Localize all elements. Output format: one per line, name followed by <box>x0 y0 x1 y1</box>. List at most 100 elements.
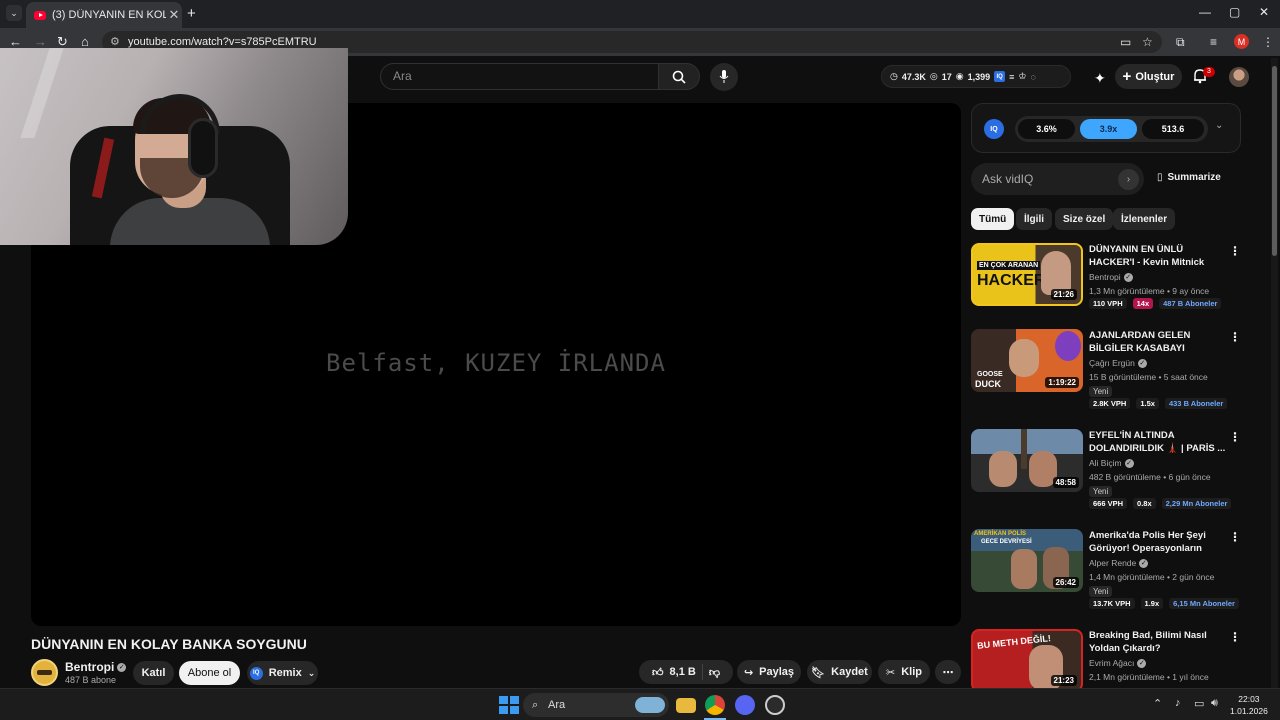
video-thumbnail[interactable]: EN ÇOK ARANAN HACKER 21:26 <box>971 243 1083 306</box>
rec-title[interactable]: AJANLARDAN GELEN BİLGİLER KASABAYI TEHLİ… <box>1089 329 1227 355</box>
system-clock[interactable]: 22:03 1.01.2026 <box>1230 693 1268 717</box>
tab-search-button[interactable]: ⌄ <box>6 5 22 21</box>
search-input[interactable]: Ara <box>380 63 659 90</box>
join-button[interactable]: Katıl <box>133 661 174 685</box>
minimize-icon[interactable]: — <box>1199 5 1211 19</box>
rec-channel-name[interactable]: Bentropi <box>1089 272 1121 282</box>
recommendation-item[interactable]: GOOSE DUCK 1:19:22 AJANLARDAN GELEN BİLG… <box>971 329 1241 419</box>
more-options-icon[interactable]: ⋮ <box>1229 330 1241 344</box>
scrollbar-thumb[interactable] <box>1272 66 1277 256</box>
recommendation-item[interactable]: AMERİKAN POLİS GECE DEVRİYESİ 26:42 Amer… <box>971 529 1241 619</box>
reading-list-icon[interactable]: ≡ <box>1210 35 1217 49</box>
rec-title[interactable]: EYFEL'İN ALTINDA DOLANDIRILDIK 🗼 | PARİS… <box>1089 429 1227 455</box>
page-scrollbar[interactable] <box>1271 58 1278 688</box>
eye-icon: ◎ <box>929 71 938 81</box>
rec-channel-name[interactable]: Ali Biçim <box>1089 458 1122 468</box>
vidiq-logo-icon[interactable]: IQ <box>984 119 1004 139</box>
rec-channel[interactable]: Ali Biçim ✓ <box>1089 458 1134 469</box>
channel-name[interactable]: Bentropi ✓ <box>65 660 127 674</box>
file-explorer-icon[interactable] <box>676 698 696 713</box>
new-tab-button[interactable]: + <box>187 5 196 22</box>
volume-icon[interactable]: 🔊︎ <box>1211 697 1218 710</box>
chip-for-you[interactable]: Size özel <box>1055 208 1114 230</box>
video-thumbnail[interactable]: BU METH DEĞİL! 21:23 <box>971 629 1083 688</box>
network-icon[interactable]: ▭ <box>1194 697 1204 710</box>
vidiq-icon[interactable]: IQ <box>994 71 1006 82</box>
more-options-icon[interactable]: ⋮ <box>1229 430 1241 444</box>
video-thumbnail[interactable]: 48:58 <box>971 429 1083 492</box>
rec-channel[interactable]: Evrim Ağacı ✓ <box>1089 658 1147 669</box>
trophy-icon[interactable]: ♔ <box>1018 71 1026 82</box>
scissors-icon: ✂ <box>886 666 896 679</box>
rec-channel[interactable]: Bentropi ✓ <box>1089 272 1133 283</box>
video-thumbnail[interactable]: AMERİKAN POLİS GECE DEVRİYESİ 26:42 <box>971 529 1083 592</box>
more-options-icon[interactable]: ⋮ <box>1229 530 1241 544</box>
recommendation-item[interactable]: BU METH DEĞİL! 21:23 Breaking Bad, Bilim… <box>971 629 1241 688</box>
recommendation-item[interactable]: EN ÇOK ARANAN HACKER 21:26 DÜNYANIN EN Ü… <box>971 243 1241 333</box>
close-window-icon[interactable]: ✕ <box>1259 5 1269 19</box>
channel-name-text[interactable]: Bentropi <box>65 660 114 674</box>
chip-related[interactable]: İlgili <box>1016 208 1052 230</box>
rec-title[interactable]: DÜNYANIN EN ÜNLÜ HACKER'I - Kevin Mitnic… <box>1089 243 1227 269</box>
chat-icon[interactable]: ◌ <box>1031 72 1036 82</box>
vidiq-metric-score[interactable]: 513.6 <box>1142 119 1204 139</box>
summarize-button[interactable]: ▯ Summarize <box>1157 172 1221 183</box>
rec-channel-name[interactable]: Alper Rende <box>1089 558 1136 568</box>
ask-submit-arrow-icon[interactable]: › <box>1118 169 1139 190</box>
rec-channel-name[interactable]: Evrim Ağacı <box>1089 658 1134 668</box>
bookmark-star-icon[interactable]: ☆ <box>1142 35 1153 49</box>
remix-button[interactable]: IQ Remix ⌄ <box>247 661 318 685</box>
rec-channel[interactable]: Çağrı Ergün ✓ <box>1089 358 1147 369</box>
voice-search-button[interactable] <box>710 63 738 91</box>
rec-channel[interactable]: Alper Rende ✓ <box>1089 558 1149 569</box>
remix-label: Remix <box>268 667 302 679</box>
windows-taskbar: ⌕ Ara ⌃ ♪ ▭ 🔊︎ 22:03 1.01.2026 <box>0 688 1280 720</box>
home-icon[interactable]: ⌂ <box>81 34 89 49</box>
start-windows-icon[interactable] <box>498 695 519 715</box>
channel-avatar[interactable] <box>31 659 58 686</box>
search-button[interactable] <box>658 63 700 90</box>
chip-all[interactable]: Tümü <box>971 208 1015 230</box>
chip-watched[interactable]: İzlenenler <box>1113 208 1176 230</box>
vidiq-metric-engagement[interactable]: 3.6% <box>1018 119 1075 139</box>
more-actions-button[interactable]: ⋯ <box>935 660 961 684</box>
microphone-icon <box>719 70 729 83</box>
vidiq-metric-multiplier[interactable]: 3.9x <box>1080 119 1137 139</box>
save-button[interactable]: 🔖︎ Kaydet <box>807 660 872 684</box>
cast-icon[interactable]: ▭ <box>1120 35 1131 49</box>
like-button[interactable]: 👍︎ 8,1 B <box>652 666 696 679</box>
obs-icon[interactable] <box>765 695 785 715</box>
subs-stat: 6,15 Mn Aboneler <box>1169 598 1239 609</box>
menu-kebab-icon[interactable]: ⋮ <box>1262 35 1274 49</box>
close-tab-icon[interactable]: ✕ <box>166 7 182 23</box>
profile-avatar[interactable]: M <box>1234 34 1249 49</box>
rec-title[interactable]: Breaking Bad, Bilimi Nasıl Yoldan Çıkard… <box>1089 629 1227 655</box>
rec-channel-name[interactable]: Çağrı Ergün <box>1089 358 1135 368</box>
extensions-icon[interactable]: ⧉ <box>1176 35 1185 50</box>
share-icon: ↪ <box>743 666 754 679</box>
browser-tab[interactable]: (3) DÜNYANIN EN KOLAY BANKA SOYGUNU - Yo… <box>26 2 182 28</box>
expand-chevron-icon[interactable]: ⌄ <box>1215 120 1223 131</box>
clip-button[interactable]: ✂ Klip <box>878 660 930 684</box>
account-avatar[interactable] <box>1229 67 1249 87</box>
microphone-tray-icon[interactable]: ♪ <box>1175 697 1181 709</box>
dislike-button[interactable]: 👎︎ <box>709 666 720 679</box>
more-options-icon[interactable]: ⋮ <box>1229 630 1241 644</box>
share-button[interactable]: ↪ Paylaş <box>737 660 801 684</box>
more-options-icon[interactable]: ⋮ <box>1229 244 1241 258</box>
chrome-icon[interactable] <box>705 695 725 715</box>
forward-icon[interactable]: → <box>34 34 47 49</box>
create-button[interactable]: + Oluştur <box>1115 64 1182 89</box>
discord-icon[interactable] <box>735 695 755 715</box>
taskbar-search[interactable]: ⌕ Ara <box>523 693 669 717</box>
subscribe-button[interactable]: Abone ol <box>179 661 240 685</box>
vidiq-stats-pill[interactable]: ◷ 47.3K ◎ 17 ◉ 1,399 IQ ≡ ♔ ◌ <box>881 65 1071 88</box>
sparkle-icon[interactable]: ✦ <box>1094 70 1106 87</box>
maximize-icon[interactable]: ▢ <box>1229 5 1240 19</box>
rec-title[interactable]: Amerika'da Polis Her Şeyi Görüyor! Opera… <box>1089 529 1227 555</box>
list-icon[interactable]: ≡ <box>1009 72 1014 82</box>
recommendation-item[interactable]: 48:58 EYFEL'İN ALTINDA DOLANDIRILDIK 🗼 |… <box>971 429 1241 519</box>
back-icon[interactable]: ← <box>9 34 22 49</box>
video-thumbnail[interactable]: GOOSE DUCK 1:19:22 <box>971 329 1083 392</box>
tray-chevron-icon[interactable]: ⌃ <box>1153 697 1162 710</box>
